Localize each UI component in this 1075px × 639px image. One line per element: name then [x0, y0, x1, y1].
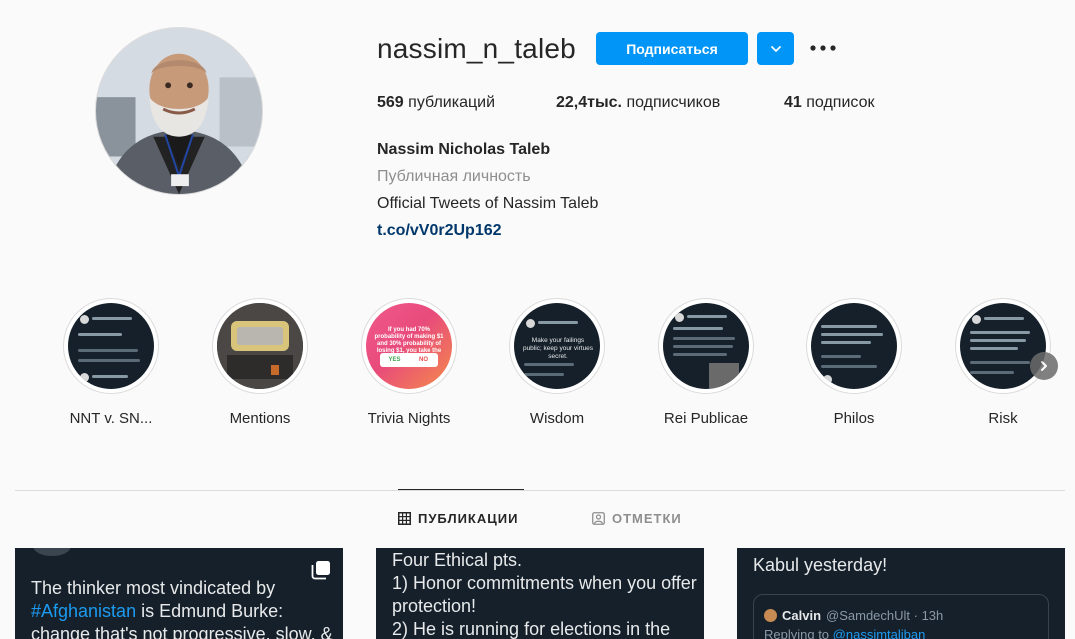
highlight-label: NNT v. SN...: [69, 410, 153, 427]
tab-tagged[interactable]: ОТМЕТКИ: [592, 511, 682, 526]
highlight-item[interactable]: Philos: [779, 298, 929, 427]
highlight-item[interactable]: If you had 70% probability of making $1 …: [334, 298, 484, 427]
chevron-down-icon: [770, 45, 781, 52]
post-thumbnail[interactable]: The thinker most vindicated by #Afghanis…: [15, 548, 343, 639]
stat-posts: 569 публикаций: [377, 94, 495, 112]
quoted-tweet-avatar: [764, 609, 777, 622]
highlight-label: Philos: [833, 410, 875, 427]
trivia-yes-option: YES: [388, 357, 401, 363]
profile-header: nassim_n_taleb Подписаться 569 публикаци…: [0, 0, 1075, 280]
highlight-cover: [212, 298, 308, 394]
tab-posts[interactable]: ПУБЛИКАЦИИ: [398, 511, 518, 526]
grid-icon: [398, 512, 411, 525]
followers-count: 22,4тыс.: [556, 94, 622, 111]
highlight-label: Risk: [988, 410, 1018, 427]
profile-username: nassim_n_taleb: [377, 33, 576, 64]
post-text-line: 1) Honor commitments when you offer: [392, 573, 697, 593]
highlight-thumbnail: [68, 303, 154, 389]
highlight-thumbnail: [217, 303, 303, 389]
stat-followers[interactable]: 22,4тыс. подписчиков: [556, 94, 720, 112]
highlight-cover: Make your failings public; keep your vir…: [509, 298, 605, 394]
following-label: подписок: [806, 94, 875, 111]
more-icon: [810, 45, 836, 51]
tab-tagged-label: ОТМЕТКИ: [612, 511, 682, 526]
highlight-label: Trivia Nights: [367, 410, 451, 427]
post-text-line: #Afghanistan is Edmund Burke:: [31, 600, 283, 623]
highlight-thumbnail: [663, 303, 749, 389]
more-options-button[interactable]: [808, 36, 838, 60]
post-hashtag: #Afghanistan: [31, 601, 137, 621]
stat-following[interactable]: 41 подписок: [784, 94, 874, 112]
profile-category: Публичная личность: [377, 168, 531, 185]
highlight-item[interactable]: Rei Publicae: [631, 298, 781, 427]
follow-button[interactable]: Подписаться: [596, 32, 748, 65]
post-text-line: The thinker most vindicated by: [31, 578, 276, 598]
tabs-divider: [15, 490, 1065, 491]
post-text-line: change that's not progressive, slow, &: [31, 624, 333, 639]
highlight-thumbnail: [960, 303, 1046, 389]
profile-link[interactable]: t.co/vV0r2Up162: [377, 222, 502, 240]
avatar-image: [96, 28, 262, 194]
posts-label: публикаций: [408, 94, 496, 111]
following-count: 41: [784, 94, 802, 111]
quoted-tweet: Calvin @SamdechUlt · 13h Replying to @na…: [753, 594, 1049, 639]
highlight-label: Wisdom: [529, 410, 585, 427]
highlight-cover: [63, 298, 159, 394]
post-thumbnail[interactable]: Four Ethical pts. 1) Honor commitments w…: [376, 548, 704, 639]
highlight-cover: [658, 298, 754, 394]
highlights-next-button[interactable]: [1030, 352, 1058, 380]
tagged-icon: [592, 512, 605, 525]
followers-label: подписчиков: [626, 94, 721, 111]
post-thumbnail[interactable]: Kabul yesterday! Calvin @SamdechUlt · 13…: [737, 548, 1065, 639]
highlight-thumbnail: Make your failings public; keep your vir…: [514, 303, 600, 389]
quoted-tweet-replying: Replying to @nassimtaliban: [764, 623, 925, 639]
trivia-no-option: NO: [419, 357, 428, 363]
chevron-right-icon: [1041, 361, 1047, 371]
post-text-line: protection!: [392, 596, 477, 616]
post-text-fragment: is Edmund Burke:: [136, 601, 284, 621]
replying-handle: @nassimtaliban: [832, 627, 926, 639]
post-text-line: Kabul yesterday!: [753, 555, 888, 575]
post-text-line: Four Ethical pts.: [392, 550, 523, 570]
wisdom-quote-text: Make your failings public; keep your vir…: [522, 337, 594, 360]
tab-posts-label: ПУБЛИКАЦИИ: [418, 511, 519, 526]
highlight-cover: If you had 70% probability of making $1 …: [361, 298, 457, 394]
post-text-line: 2) He is running for elections in the: [392, 619, 671, 639]
profile-bio: Official Tweets of Nassim Taleb: [377, 195, 599, 212]
highlight-cover: [806, 298, 902, 394]
replying-prefix: Replying to: [764, 627, 833, 639]
profile-full-name: Nassim Nicholas Taleb: [377, 141, 551, 158]
highlight-label: Rei Publicae: [663, 410, 749, 427]
suggestions-dropdown-button[interactable]: [757, 32, 794, 65]
highlight-item[interactable]: Mentions: [185, 298, 335, 427]
highlight-thumbnail: [811, 303, 897, 389]
highlight-thumbnail: If you had 70% probability of making $1 …: [366, 303, 452, 389]
story-highlights: NNT v. SN... Mentions If you had 70% pro…: [0, 298, 1075, 438]
profile-avatar[interactable]: [95, 27, 263, 195]
posts-count: 569: [377, 94, 404, 111]
active-tab-indicator: [398, 489, 524, 490]
multiple-posts-icon: [311, 561, 330, 580]
highlight-cover: [955, 298, 1051, 394]
highlight-label: Mentions: [229, 410, 291, 427]
highlight-item[interactable]: NNT v. SN...: [36, 298, 186, 427]
highlight-item[interactable]: Make your failings public; keep your vir…: [482, 298, 632, 427]
